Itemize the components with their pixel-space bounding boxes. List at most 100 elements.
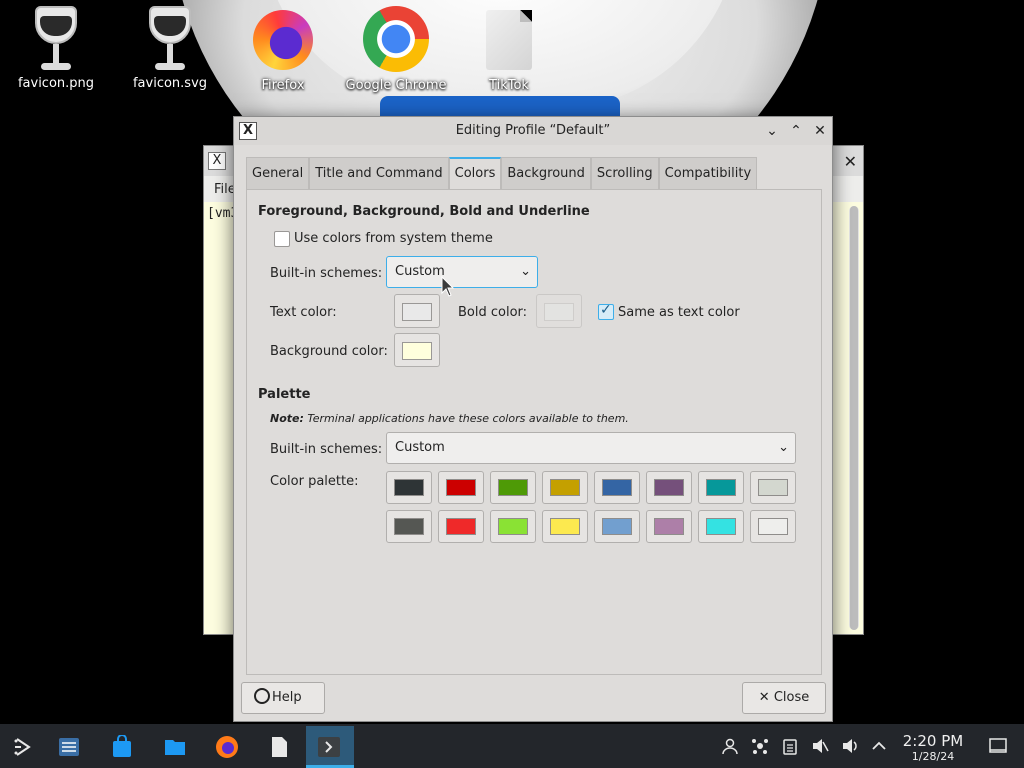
palette-color-button[interactable] <box>646 510 692 543</box>
dialog-titlebar[interactable]: X Editing Profile “Default” ⌄ ⌃ ✕ <box>234 117 832 145</box>
mouse-cursor <box>441 276 455 297</box>
background-color-swatch <box>402 342 432 360</box>
wine-glass-icon <box>31 6 81 72</box>
tab-bar: General Title and Command Colors Backgro… <box>246 157 758 190</box>
tab-colors[interactable]: Colors <box>448 157 502 190</box>
same-as-text-checkbox[interactable] <box>598 302 614 320</box>
x-app-icon: X <box>208 152 226 170</box>
desktop-icon-firefox[interactable]: Firefox <box>228 6 338 93</box>
minimize-icon[interactable]: ⌄ <box>762 121 782 141</box>
palette-builtin-schemes-label: Built-in schemes: <box>270 442 383 457</box>
chrome-icon <box>363 6 429 72</box>
bold-color-button[interactable] <box>536 294 582 328</box>
close-button[interactable]: ✕ Close <box>742 682 826 714</box>
palette-color-button[interactable] <box>542 471 588 504</box>
palette-color-button[interactable] <box>750 471 796 504</box>
use-system-colors-checkbox[interactable] <box>274 231 290 247</box>
palette-color-button[interactable] <box>490 471 536 504</box>
background-color-label: Background color: <box>270 344 388 359</box>
discover-store-button[interactable] <box>99 726 143 768</box>
palette-builtin-schemes-value: Custom <box>395 440 445 455</box>
desktop-icon-label: favicon.png <box>17 76 95 91</box>
show-desktop-icon[interactable] <box>988 736 1008 756</box>
discover-store-icon <box>113 735 131 757</box>
palette-color-swatch <box>602 479 632 496</box>
palette-color-swatch <box>706 479 736 496</box>
palette-color-button[interactable] <box>698 510 744 543</box>
palette-color-button[interactable] <box>386 471 432 504</box>
close-icon[interactable]: ✕ <box>810 121 830 141</box>
palette-builtin-schemes-combo[interactable]: Custom ⌄ <box>386 432 796 464</box>
system-settings-button[interactable] <box>46 726 90 768</box>
tab-background[interactable]: Background <box>501 157 591 189</box>
desktop-icon-tiktok[interactable]: TikTok <box>454 6 564 93</box>
system-settings-icon <box>59 738 79 756</box>
palette-color-button[interactable] <box>698 471 744 504</box>
palette-color-button[interactable] <box>386 510 432 543</box>
palette-color-button[interactable] <box>438 471 484 504</box>
palette-note: Note: Terminal applications have these c… <box>270 412 629 425</box>
use-system-colors-label[interactable]: Use colors from system theme <box>294 231 493 246</box>
palette-color-button[interactable] <box>490 510 536 543</box>
palette-color-button[interactable] <box>438 510 484 543</box>
mute-icon[interactable] <box>811 737 829 755</box>
document-icon <box>486 10 532 70</box>
file-manager-button[interactable] <box>152 726 196 768</box>
palette-color-swatch <box>498 479 528 496</box>
color-palette-label: Color palette: <box>270 474 359 489</box>
fg-section-title: Foreground, Background, Bold and Underli… <box>258 204 590 219</box>
palette-color-swatch <box>394 518 424 535</box>
network-icon[interactable] <box>751 737 769 755</box>
palette-color-swatch <box>550 479 580 496</box>
desktop-icon-google-chrome[interactable]: Google Chrome <box>341 6 451 93</box>
text-editor-button[interactable] <box>256 726 300 768</box>
scrollbar[interactable] <box>849 206 859 630</box>
clock-time: 2:20 PM <box>902 732 964 750</box>
konsole-icon <box>318 737 340 757</box>
clock-date: 1/28/24 <box>911 750 955 763</box>
dialog-title: Editing Profile “Default” <box>455 123 611 138</box>
palette-color-button[interactable] <box>750 510 796 543</box>
desktop-icon-label: TikTok <box>489 78 529 93</box>
edit-profile-dialog: X Editing Profile “Default” ⌄ ⌃ ✕ Genera… <box>233 116 833 722</box>
expand-tray-icon[interactable] <box>870 737 888 755</box>
colors-tab-panel: Foreground, Background, Bold and Underli… <box>246 189 822 675</box>
desktop-icon-label: Firefox <box>261 78 305 93</box>
app-launcher-button[interactable] <box>0 726 44 768</box>
desktop-icon-label: Google Chrome <box>345 78 447 93</box>
builtin-schemes-label: Built-in schemes: <box>270 266 383 281</box>
desktop-icon-label: favicon.svg <box>132 76 208 91</box>
close-x-icon: ✕ <box>758 690 770 705</box>
tab-general[interactable]: General <box>246 157 310 189</box>
clock[interactable]: 2:20 PM 1/28/24 <box>898 732 968 763</box>
palette-color-swatch <box>654 479 684 496</box>
palette-color-button[interactable] <box>594 510 640 543</box>
clipboard-icon[interactable] <box>781 737 799 755</box>
app-launcher-icon <box>14 738 31 756</box>
tab-scrolling[interactable]: Scrolling <box>590 157 659 189</box>
text-color-label: Text color: <box>270 305 337 320</box>
bold-color-label: Bold color: <box>458 305 528 320</box>
firefox-taskbar-button[interactable] <box>204 726 248 768</box>
background-color-button[interactable] <box>394 333 440 367</box>
close-icon[interactable]: ✕ <box>844 152 857 171</box>
user-icon[interactable] <box>721 737 739 755</box>
desktop-icon-favicon-svg[interactable]: favicon.svg <box>115 6 225 91</box>
firefox-icon <box>216 736 238 758</box>
konsole-taskbar-button[interactable] <box>306 726 354 768</box>
builtin-schemes-combo[interactable]: Custom ⌄ <box>386 256 538 288</box>
same-as-text-label[interactable]: Same as text color <box>618 305 740 320</box>
volume-icon[interactable] <box>841 737 859 755</box>
help-button[interactable]: Help <box>241 682 325 714</box>
tab-compatibility[interactable]: Compatibility <box>658 157 758 189</box>
desktop-icon-favicon-png[interactable]: favicon.png <box>1 6 111 91</box>
tab-title-and-command[interactable]: Title and Command <box>309 157 449 189</box>
palette-color-swatch <box>394 479 424 496</box>
maximize-icon[interactable]: ⌃ <box>786 121 806 141</box>
text-color-button[interactable] <box>394 294 440 328</box>
palette-color-button[interactable] <box>542 510 588 543</box>
chevron-down-icon: ⌄ <box>520 264 531 279</box>
palette-color-swatch <box>758 518 788 535</box>
palette-color-button[interactable] <box>594 471 640 504</box>
palette-color-button[interactable] <box>646 471 692 504</box>
